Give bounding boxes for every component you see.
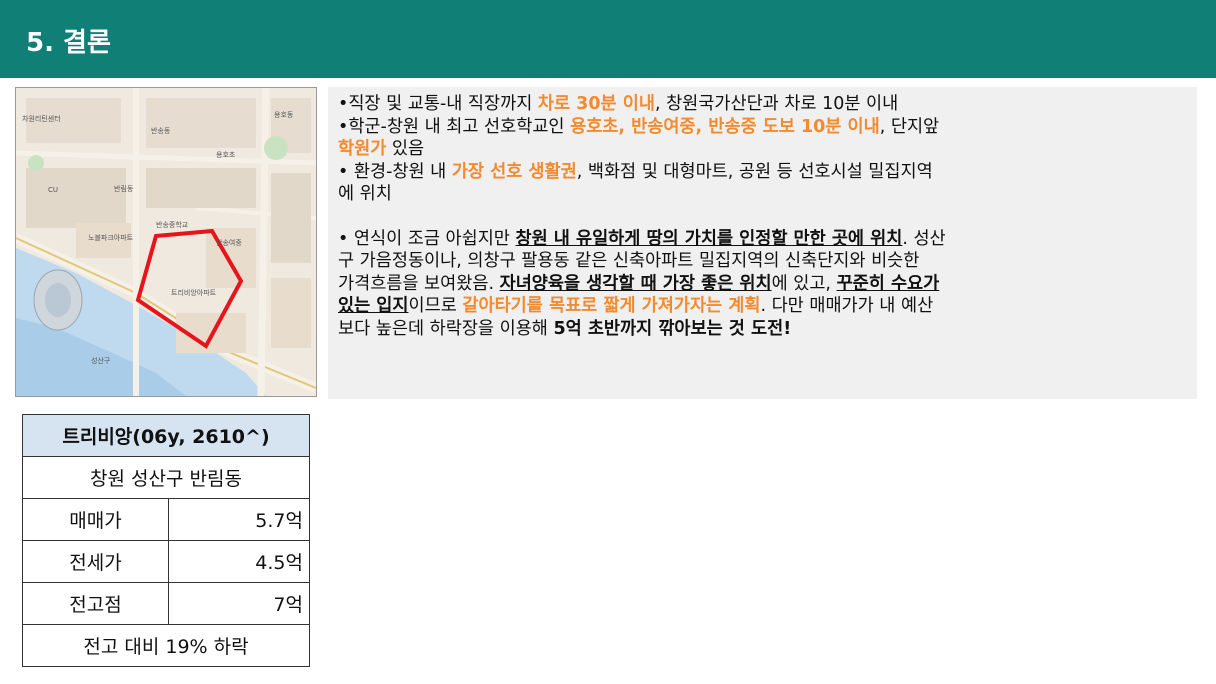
property-name: 트리비앙(06y, 2610^) [22,414,310,457]
table-row: 전고점 7억 [22,582,310,625]
table-row: 트리비앙(06y, 2610^) [22,414,310,457]
map-label: 반송여중 [216,239,242,247]
map-label: 반림동 [114,185,134,193]
text-span: 이므로 [408,296,463,316]
bullet-environment-cont: 에 위치 [338,184,392,204]
table-row: 전고 대비 19% 하락 [22,624,310,667]
text-span: •학군-창원 내 최고 선호학교인 [338,116,571,137]
text-span: 있음 [386,139,425,159]
text-span: , 단지앞 [879,116,940,137]
property-table: 트리비앙(06y, 2610^) 창원 성산구 반림동 매매가 5.7억 전세가… [22,414,310,667]
conclusion-line-2: 구 가음정동이나, 의창구 팔용동 같은 신축아파트 밀집지역의 신축단지와 비… [338,251,920,271]
bullet-environment: • 환경-창원 내 가장 선호 생활권, 백화점 및 대형마트, 공원 등 선호… [338,161,1188,184]
row-value: 4.5억 [168,540,310,583]
map-label: 노블파크아파트 [88,234,134,242]
bold-text: 5억 초반까지 깎아보는 것 도전! [553,318,792,339]
emphasis-text: 자녀양육을 생각할 때 가장 좋은 위치 [499,273,772,294]
bullet-school-cont: 학원가 있음 [338,138,1188,161]
location-map: 차원리틴센터 반송동 반송중학교 반림동 노블파크아파트 트리비앙아파트 용호초… [15,87,317,397]
slide-header: 5. 결론 [0,0,1216,78]
text-span: 보다 높은데 하락장을 이용해 [338,318,554,339]
text-span: •직장 및 교통-내 직장까지 [338,94,538,114]
text-span: , 백화점 및 대형마트, 공원 등 선호시설 밀집지역 [576,161,933,182]
map-label: 반송중학교 [156,221,189,229]
emphasis-text: 있는 입지 [338,296,409,316]
slide-title: 5. 결론 [26,28,111,58]
text-span: • 환경-창원 내 [338,161,452,182]
emphasis-text: 꾸준히 수요가 [836,273,940,294]
highlight-text: 용호초, 반송여중, 반송중 도보 10분 이내 [570,116,880,137]
map-label: 트리비앙아파트 [171,289,217,297]
highlight-text: 학원가 [338,139,387,159]
highlight-text: 갈아타기를 목표로 짧게 가져가자는 계획 [462,296,761,316]
map-label: 차원리틴센터 [22,115,61,123]
conclusion-line-5: 보다 높은데 하락장을 이용해 5억 초반까지 깎아보는 것 도전! [338,318,1188,341]
row-value: 7억 [168,582,310,625]
map-label: 용호동 [274,111,294,119]
text-span: 에 있고, [771,273,837,294]
bullet-commute: •직장 및 교통-내 직장까지 차로 30분 이내, 창원국가산단과 차로 10… [338,93,1188,116]
summary-panel: •직장 및 교통-내 직장까지 차로 30분 이내, 창원국가산단과 차로 10… [328,87,1197,399]
row-label: 전세가 [22,540,169,583]
map-label: CU [48,186,59,194]
map-label: 성산구 [91,357,111,365]
summary-text: •직장 및 교통-내 직장까지 차로 30분 이내, 창원국가산단과 차로 10… [338,93,1188,340]
table-row: 창원 성산구 반림동 [22,456,310,499]
text-span: . 성산 [902,228,946,249]
row-label: 전고점 [22,582,169,625]
row-value: 5.7억 [168,498,310,541]
emphasis-text: 창원 내 유일하게 땅의 가치를 인정할 만한 곳에 위치 [515,228,903,249]
text-span: . 다만 매매가가 내 예산 [760,296,934,316]
table-row: 전세가 4.5억 [22,540,310,583]
price-drop-note: 전고 대비 19% 하락 [22,624,310,667]
text-span: 가격흐름을 보여왔음. [338,273,500,294]
property-location: 창원 성산구 반림동 [22,456,310,499]
map-label: 반송동 [151,127,171,135]
table-row: 매매가 5.7억 [22,498,310,541]
text-span: , 창원국가산단과 차로 10분 이내 [654,94,899,114]
map-label: 용호초 [216,151,236,159]
row-label: 매매가 [22,498,169,541]
highlight-text: 차로 30분 이내 [537,94,655,114]
highlight-text: 가장 선호 생활권 [451,161,577,182]
conclusion-line-1: • 연식이 조금 아쉽지만 창원 내 유일하게 땅의 가치를 인정할 만한 곳에… [338,228,1188,251]
conclusion-line-4: 있는 입지이므로 갈아타기를 목표로 짧게 가져가자는 계획. 다만 매매가가 … [338,295,1188,318]
bullet-school: •학군-창원 내 최고 선호학교인 용호초, 반송여중, 반송중 도보 10분 … [338,116,1188,139]
text-span: • 연식이 조금 아쉽지만 [338,228,516,249]
conclusion-line-3: 가격흐름을 보여왔음. 자녀양육을 생각할 때 가장 좋은 위치에 있고, 꾸준… [338,273,1188,296]
